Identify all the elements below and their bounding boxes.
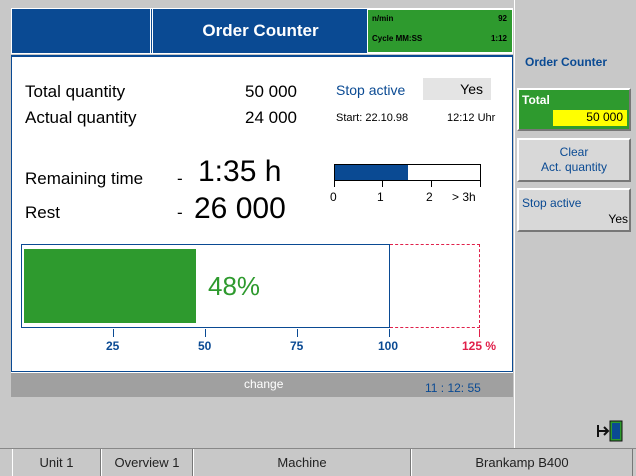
- quantity-progress-bar: 48%: [21, 244, 390, 328]
- progress-tick: 125 %: [462, 339, 497, 353]
- rest-value: 26 000: [194, 192, 286, 225]
- remaining-time-label: Remaining time: [25, 169, 144, 188]
- cycle-label: Cycle MM:SS: [372, 34, 423, 43]
- remaining-time-fill: [335, 165, 408, 180]
- clock: 11 : 12: 55: [425, 381, 481, 395]
- stop-active-value: Yes: [423, 78, 491, 100]
- total-softkey-value: 50 000: [553, 110, 627, 126]
- page-title: Order Counter: [152, 8, 369, 54]
- total-quantity-value: 50 000: [245, 82, 297, 101]
- clear-label-2: Act. quantity: [540, 160, 608, 174]
- tab-brankamp-b400[interactable]: Brankamp B400: [411, 449, 633, 476]
- rest-label: Rest: [25, 203, 60, 222]
- stop-active-label: Stop active: [336, 82, 406, 98]
- exit-door-icon[interactable]: [596, 419, 624, 443]
- progress-tick: 100: [378, 339, 399, 353]
- total-softkey-label: Total: [522, 93, 550, 107]
- main-panel: Total quantity 50 000 Actual quantity 24…: [11, 55, 513, 372]
- stop-active-softkey-label: Stop active: [522, 196, 582, 210]
- start-date: Start: 22.10.98: [336, 112, 409, 124]
- change-button[interactable]: change: [244, 377, 283, 391]
- start-time: 12:12 Uhr: [447, 112, 496, 124]
- rate-value: 92: [498, 14, 507, 23]
- cycle-stats-panel: n/min 92 Cycle MM:SS 1:12: [367, 9, 513, 53]
- total-softkey[interactable]: Total 50 000: [517, 88, 631, 131]
- status-bar: change 11 : 12: 55: [11, 372, 513, 397]
- rest-dash: -: [177, 203, 183, 222]
- rate-label: n/min: [372, 14, 394, 23]
- remaining-time-scale: [334, 164, 481, 181]
- tab-unit-1[interactable]: Unit 1: [12, 449, 101, 476]
- clear-label: Clear: [559, 145, 589, 159]
- panel-title: Order Counter: [525, 55, 608, 69]
- cycle-value: 1:12: [490, 34, 507, 43]
- progress-tick: 50: [198, 339, 212, 353]
- time-tick: 0: [330, 190, 337, 204]
- progress-tick: 75: [290, 339, 304, 353]
- clear-actual-quantity-button[interactable]: Clear Act. quantity: [517, 138, 631, 182]
- time-tick: 2: [426, 190, 433, 204]
- header-left-field: [11, 8, 151, 54]
- time-tick: 1: [377, 190, 384, 204]
- actual-quantity-value: 24 000: [245, 108, 297, 127]
- remaining-time-dash: -: [177, 169, 183, 188]
- stop-active-button[interactable]: Stop active Yes: [517, 188, 631, 232]
- total-quantity-label: Total quantity: [25, 82, 126, 101]
- progress-tick: 25: [106, 339, 120, 353]
- progress-percent-label: 48%: [208, 271, 261, 301]
- stop-active-softkey-value: Yes: [608, 212, 628, 226]
- time-tick: > 3h: [452, 190, 476, 204]
- remaining-time-value: 1:35 h: [198, 155, 282, 188]
- progress-fill: [24, 249, 196, 323]
- tab-overview-1[interactable]: Overview 1: [101, 449, 193, 476]
- overflow-zone: [390, 244, 480, 328]
- tab-machine[interactable]: Machine: [193, 449, 411, 476]
- actual-quantity-label: Actual quantity: [25, 108, 137, 127]
